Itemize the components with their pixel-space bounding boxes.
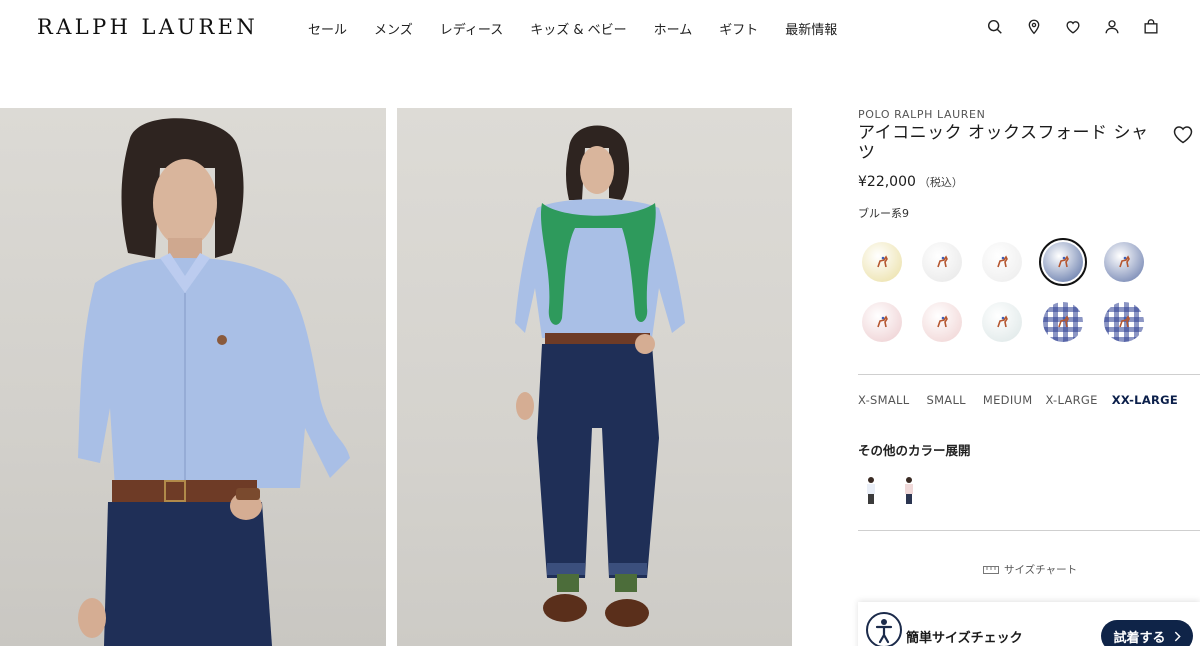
pony-logo-icon [997, 315, 1008, 328]
main-nav: セール メンズ レディース キッズ & ベビー ホーム ギフト 最新情報 [308, 19, 837, 38]
search-icon[interactable] [985, 17, 1005, 37]
nav-item-womens[interactable]: レディース [440, 19, 503, 38]
pony-logo-icon [1119, 315, 1130, 328]
heart-icon[interactable] [1063, 17, 1083, 37]
other-colors-heading: その他のカラー展開 [858, 443, 971, 458]
size-chart-link[interactable]: サイズチャート [983, 562, 1077, 577]
size-selector: X-SMALL SMALL MEDIUM X-LARGE XX-LARGE [858, 393, 1178, 407]
nav-item-sale[interactable]: セール [308, 19, 347, 38]
person-fit-icon [866, 612, 902, 646]
site-header: RALPH LAUREN セール メンズ レディース キッズ & ベビー ホーム… [0, 0, 1200, 60]
size-option-m[interactable]: MEDIUM [983, 393, 1033, 407]
color-swatch[interactable] [982, 302, 1022, 342]
color-swatch[interactable] [1104, 242, 1144, 282]
color-swatch[interactable] [862, 302, 902, 342]
size-option-xs[interactable]: X-SMALL [858, 393, 909, 407]
ruler-icon [983, 565, 999, 574]
pony-logo-icon [997, 255, 1008, 268]
color-swatch[interactable] [922, 242, 962, 282]
size-option-s[interactable]: SMALL [926, 393, 965, 407]
product-price: ¥22,000 （税込） [858, 174, 963, 190]
product-image-closeup[interactable] [0, 108, 386, 646]
divider [858, 530, 1200, 531]
nav-item-mens[interactable]: メンズ [374, 19, 413, 38]
nav-item-kids-baby[interactable]: キッズ & ベビー [530, 19, 626, 38]
try-on-label: 試着する [1113, 630, 1166, 646]
color-swatch[interactable] [982, 242, 1022, 282]
color-swatch[interactable] [922, 302, 962, 342]
location-icon[interactable] [1024, 17, 1044, 37]
other-color-thumbnail[interactable] [902, 476, 916, 506]
tax-note: （税込） [918, 176, 963, 189]
account-icon[interactable] [1102, 17, 1122, 37]
nav-item-gift[interactable]: ギフト [719, 19, 758, 38]
size-chart-label: サイズチャート [1004, 564, 1078, 576]
pony-logo-icon [1058, 255, 1069, 268]
pony-logo-icon [937, 315, 948, 328]
product-image-fullbody[interactable] [397, 108, 792, 646]
product-brand: POLO RALPH LAUREN [858, 108, 986, 121]
color-swatch[interactable] [1043, 302, 1083, 342]
price-value: ¥22,000 [858, 174, 916, 190]
divider [858, 374, 1200, 375]
pony-logo-icon [1058, 315, 1069, 328]
color-swatch[interactable] [862, 242, 902, 282]
bag-icon[interactable] [1141, 17, 1161, 37]
color-swatch[interactable] [1043, 242, 1083, 282]
header-icons [985, 17, 1161, 37]
color-swatch[interactable] [1104, 302, 1144, 342]
other-color-thumbnail[interactable] [864, 476, 878, 506]
pony-logo-icon [937, 255, 948, 268]
size-option-xxl[interactable]: XX-LARGE [1112, 393, 1178, 407]
brand-logo[interactable]: RALPH LAUREN [37, 15, 258, 39]
pony-logo-icon [877, 315, 888, 328]
try-on-button[interactable]: 試着する [1101, 620, 1193, 646]
fit-check-label: 簡単サイズチェック [906, 631, 1023, 646]
wishlist-heart-icon[interactable] [1172, 124, 1194, 144]
pony-logo-icon [877, 255, 888, 268]
nav-item-new[interactable]: 最新情報 [785, 19, 837, 38]
selected-color-name: ブルー系9 [858, 207, 909, 220]
product-title: アイコニック オックスフォード シャツ [858, 123, 1149, 163]
fit-check-bar: 簡単サイズチェック 試着する [858, 602, 1200, 646]
nav-item-home[interactable]: ホーム [654, 19, 693, 38]
chevron-right-icon [1174, 631, 1181, 641]
pony-logo-icon [1119, 255, 1130, 268]
size-option-xl[interactable]: X-LARGE [1045, 393, 1097, 407]
